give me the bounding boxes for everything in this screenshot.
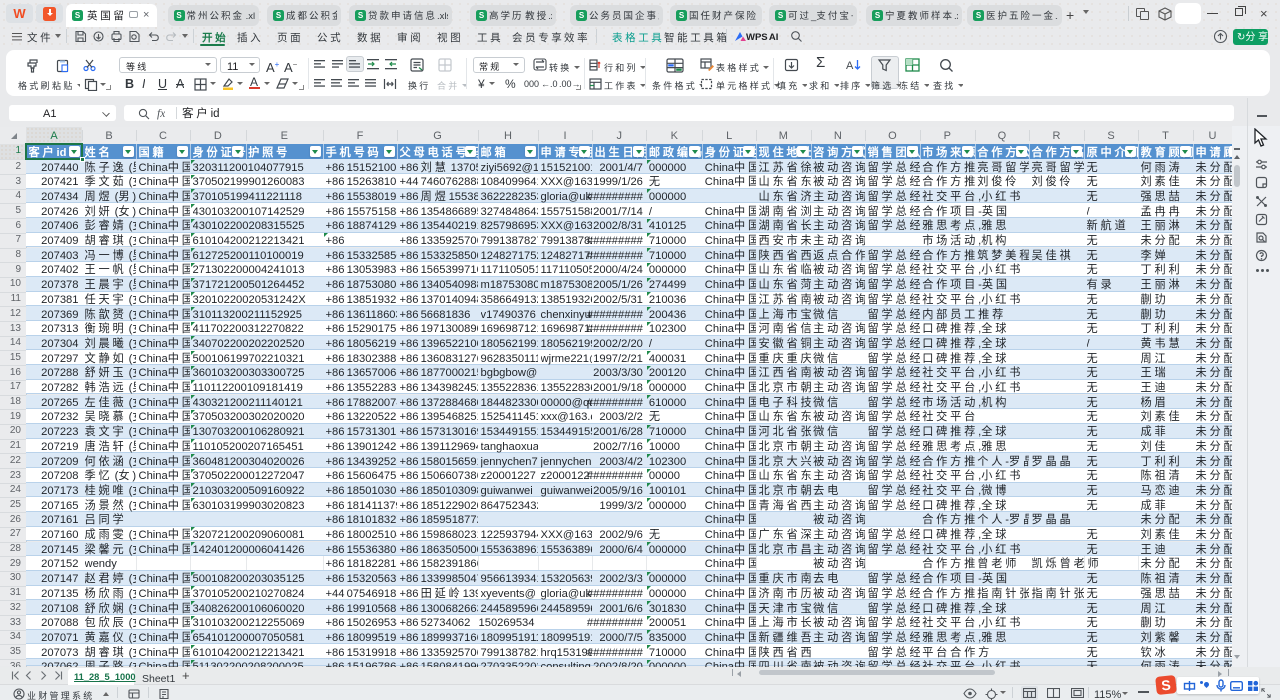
svg-text:A: A	[846, 60, 854, 72]
